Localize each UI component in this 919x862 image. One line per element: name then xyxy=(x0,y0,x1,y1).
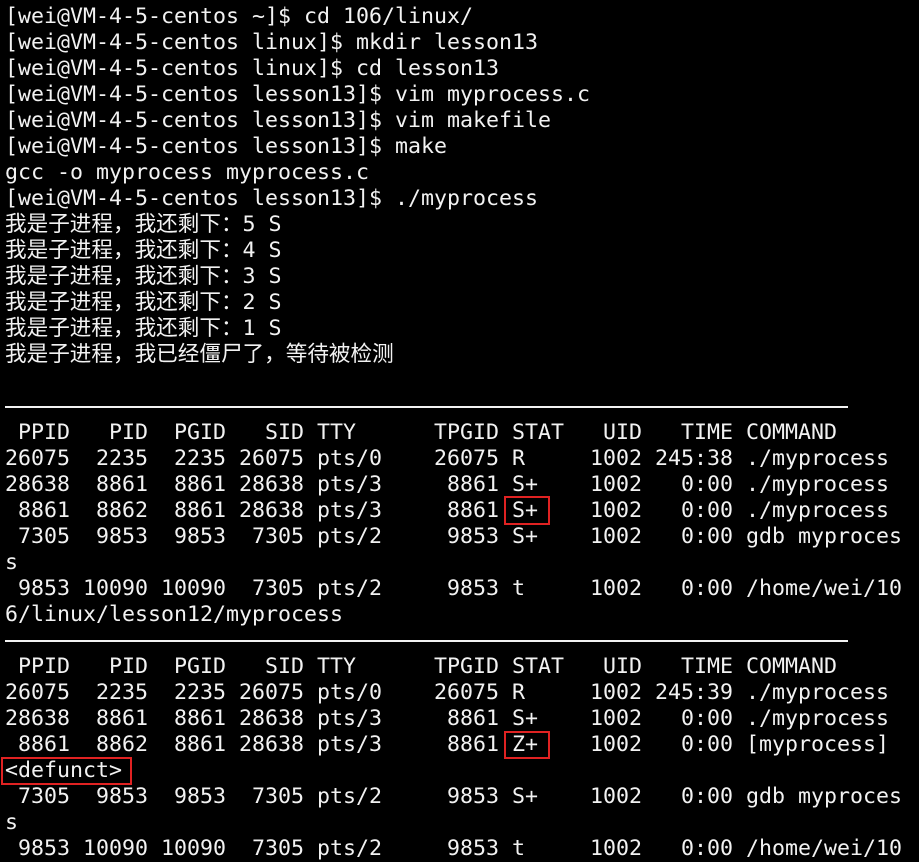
terminal-window[interactable]: [wei@VM-4-5-centos ~]$ cd 106/linux/ [we… xyxy=(0,0,919,862)
ps-row: 8861 8862 8861 28638 pts/3 8861 S+ 1002 … xyxy=(5,498,890,523)
ps-row-wrap: 6/linux/lesson12/myprocess xyxy=(5,602,344,627)
ps-row: 8861 8862 8861 28638 pts/3 8861 Z+ 1002 … xyxy=(5,732,890,757)
terminal-line: 我是子进程，我还剩下：4 S xyxy=(5,238,282,263)
terminal-line: gcc -o myprocess myprocess.c xyxy=(5,160,370,185)
terminal-line: 我是子进程，我还剩下：3 S xyxy=(5,264,282,289)
ps-row: 7305 9853 9853 7305 pts/2 9853 S+ 1002 0… xyxy=(5,524,903,549)
terminal-line: 我是子进程，我已经僵尸了，等待被检测 xyxy=(5,342,394,367)
separator-line xyxy=(5,406,848,408)
terminal-line: [wei@VM-4-5-centos lesson13]$ vim makefi… xyxy=(5,108,552,133)
terminal-line: 我是子进程，我还剩下：5 S xyxy=(5,212,282,237)
ps-row-wrap: s xyxy=(5,550,19,575)
ps-row: 9853 10090 10090 7305 pts/2 9853 t 1002 … xyxy=(5,576,903,601)
ps-row: 28638 8861 8861 28638 pts/3 8861 S+ 1002… xyxy=(5,472,890,497)
terminal-line: [wei@VM-4-5-centos lesson13]$ vim myproc… xyxy=(5,82,591,107)
ps-header-row: PPID PID PGID SID TTY TPGID STAT UID TIM… xyxy=(5,420,838,445)
ps-row: 9853 10090 10090 7305 pts/2 9853 t 1002 … xyxy=(5,836,903,861)
ps-row-wrap: s xyxy=(5,810,19,835)
terminal-line: [wei@VM-4-5-centos linux]$ cd lesson13 xyxy=(5,56,500,81)
defunct-highlight-box xyxy=(1,757,132,785)
ps-row: 28638 8861 8861 28638 pts/3 8861 S+ 1002… xyxy=(5,706,890,731)
ps-row: 26075 2235 2235 26075 pts/0 26075 R 1002… xyxy=(5,446,890,471)
terminal-line: [wei@VM-4-5-centos lesson13]$ ./myproces… xyxy=(5,186,539,211)
stat-z-highlight-box xyxy=(504,731,550,759)
stat-s-highlight-box xyxy=(504,496,550,525)
terminal-line: 我是子进程，我还剩下：1 S xyxy=(5,316,282,341)
ps-row: 7305 9853 9853 7305 pts/2 9853 S+ 1002 0… xyxy=(5,784,903,809)
ps-row: 26075 2235 2235 26075 pts/0 26075 R 1002… xyxy=(5,680,890,705)
ps-header-row: PPID PID PGID SID TTY TPGID STAT UID TIM… xyxy=(5,654,838,679)
terminal-line: [wei@VM-4-5-centos ~]$ cd 106/linux/ xyxy=(5,4,474,29)
separator-line xyxy=(5,640,848,642)
terminal-line: [wei@VM-4-5-centos linux]$ mkdir lesson1… xyxy=(5,30,539,55)
terminal-line: 我是子进程，我还剩下：2 S xyxy=(5,290,282,315)
terminal-line: [wei@VM-4-5-centos lesson13]$ make xyxy=(5,134,448,159)
